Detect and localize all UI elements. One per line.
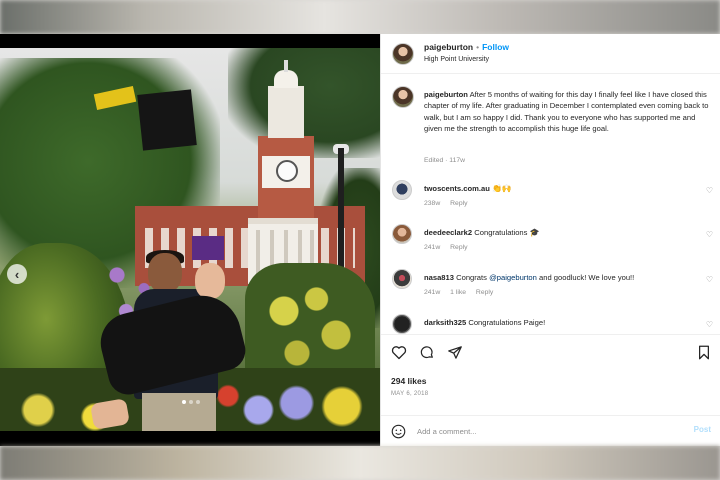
comment-body: Congratulations Paige! bbox=[468, 318, 546, 327]
caption-username[interactable]: paigeburton bbox=[424, 90, 468, 99]
background-blur-top bbox=[0, 0, 720, 34]
header-username[interactable]: paigeburton bbox=[424, 42, 473, 52]
carousel-dot bbox=[196, 400, 200, 404]
comment-icon[interactable] bbox=[419, 345, 435, 360]
lamp-post bbox=[338, 148, 344, 278]
comment-likes[interactable]: 1 like bbox=[450, 289, 466, 296]
comment-text: nasa813 Congrats @paigeburton and goodlu… bbox=[424, 273, 634, 282]
carousel-dot bbox=[182, 400, 186, 404]
avatar[interactable] bbox=[392, 86, 414, 108]
separator-dot: • bbox=[476, 42, 480, 52]
header-user-line: paigeburton • Follow bbox=[424, 42, 509, 52]
comment-text: deedeeclark2 Congratulations 🎓 bbox=[424, 228, 540, 237]
comment-time: 238w bbox=[424, 200, 441, 207]
reply-button[interactable]: Reply bbox=[476, 289, 493, 296]
graduation-cap bbox=[137, 89, 197, 151]
background-blur-bottom bbox=[0, 446, 720, 480]
emoji-icon[interactable] bbox=[391, 424, 406, 439]
post-details-panel: paigeburton • Follow High Point University… bbox=[380, 34, 720, 446]
clock-face bbox=[276, 160, 298, 182]
tower-spire bbox=[284, 60, 288, 72]
avatar[interactable] bbox=[392, 269, 412, 289]
post-comment-button[interactable]: Post bbox=[694, 425, 711, 434]
comment-text: twoscents.com.au 👏🙌 bbox=[424, 184, 512, 193]
share-icon[interactable] bbox=[447, 345, 463, 360]
carousel-dots bbox=[182, 400, 200, 404]
post-photo[interactable]: ‹ bbox=[0, 34, 380, 446]
comment-input[interactable] bbox=[417, 424, 657, 439]
tower-top bbox=[268, 86, 304, 138]
reply-button[interactable]: Reply bbox=[450, 200, 467, 207]
comment-username[interactable]: darksith325 bbox=[424, 318, 466, 327]
heart-icon[interactable]: ♡ bbox=[706, 275, 713, 284]
heart-icon[interactable]: ♡ bbox=[706, 186, 713, 195]
post-date: MAY 6, 2018 bbox=[391, 391, 429, 397]
comment-emoji: 👏🙌 bbox=[491, 184, 512, 193]
graduation-gown bbox=[94, 287, 250, 399]
heart-icon[interactable] bbox=[391, 345, 407, 360]
mention-link[interactable]: @paigeburton bbox=[489, 273, 537, 282]
comments-list[interactable]: paigeburton After 5 months of waiting fo… bbox=[381, 74, 720, 334]
comment-meta: 241w 1 like Reply bbox=[424, 289, 501, 296]
bookmark-icon[interactable] bbox=[697, 345, 711, 360]
likes-count[interactable]: 294 likes bbox=[391, 376, 426, 386]
woman-head bbox=[195, 263, 225, 299]
avatar[interactable] bbox=[392, 43, 414, 65]
carousel-dot bbox=[189, 400, 193, 404]
comment-body: Congratulations bbox=[474, 228, 528, 237]
comment-text: darksith325 Congratulations Paige! bbox=[424, 318, 545, 327]
comment-username[interactable]: nasa813 bbox=[424, 273, 454, 282]
comment-meta: 241w Reply bbox=[424, 244, 476, 251]
previous-photo-button[interactable]: ‹ bbox=[7, 264, 27, 284]
post-caption: paigeburton After 5 months of waiting fo… bbox=[424, 89, 709, 134]
reply-button[interactable]: Reply bbox=[450, 244, 467, 251]
avatar[interactable] bbox=[392, 314, 412, 334]
avatar[interactable] bbox=[392, 180, 412, 200]
woman-legs bbox=[90, 398, 130, 430]
comment-time: 241w bbox=[424, 289, 441, 296]
heart-icon[interactable]: ♡ bbox=[706, 320, 713, 329]
woman-graduate bbox=[90, 259, 250, 431]
comment-body: Congrats bbox=[456, 273, 487, 282]
graduation-photo-scene bbox=[0, 48, 380, 431]
action-bar bbox=[381, 334, 720, 368]
avatar[interactable] bbox=[392, 224, 412, 244]
post-header: paigeburton • Follow High Point University bbox=[381, 34, 720, 74]
follow-button[interactable]: Follow bbox=[482, 42, 509, 52]
comment-username[interactable]: deedeeclark2 bbox=[424, 228, 472, 237]
comment-meta: 238w Reply bbox=[424, 200, 476, 207]
add-comment-bar: Post bbox=[381, 415, 720, 446]
comment-body: and goodluck! We love you!! bbox=[539, 273, 635, 282]
location-link[interactable]: High Point University bbox=[424, 56, 489, 63]
comment-username[interactable]: twoscents.com.au bbox=[424, 184, 490, 193]
yellow-flowers bbox=[245, 263, 375, 383]
comment-time: 241w bbox=[424, 244, 441, 251]
heart-icon[interactable]: ♡ bbox=[706, 230, 713, 239]
chevron-left-icon: ‹ bbox=[14, 266, 20, 282]
instagram-post: ‹ paigeburton • Follow High Point Universi… bbox=[0, 34, 720, 446]
tower-cap bbox=[274, 70, 298, 88]
comment-emoji: 🎓 bbox=[529, 228, 540, 237]
caption-meta: Edited · 117w bbox=[424, 157, 466, 164]
